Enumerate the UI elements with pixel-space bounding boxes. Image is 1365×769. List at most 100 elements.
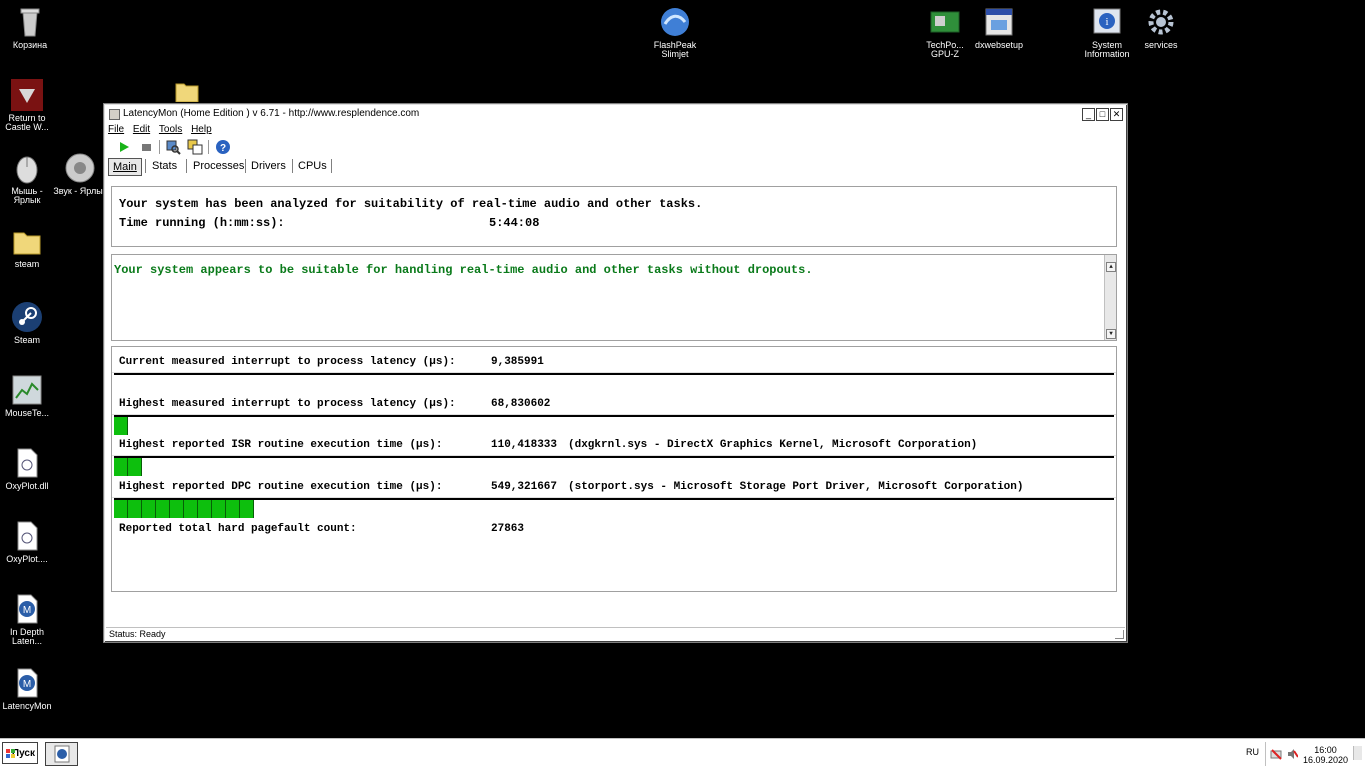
folder-icon (11, 225, 43, 257)
desktop-icon-slimjet[interactable]: FlashPeak Slimjet (645, 6, 705, 59)
status-text: Status: Ready (109, 629, 166, 639)
toolbar-separator (208, 140, 209, 154)
latency-bar (114, 498, 1114, 518)
metric-source: (storport.sys - Microsoft Storage Port D… (568, 481, 1024, 493)
tab-processes[interactable]: Processes (189, 158, 248, 174)
show-desktop-button[interactable] (1353, 746, 1362, 760)
desktop-icon-system-information[interactable]: i System Information (1077, 6, 1137, 59)
desktop-icon-label: steam (14, 259, 40, 269)
start-button[interactable]: Пуск (2, 742, 38, 764)
gpu-z-icon (929, 6, 961, 38)
svg-text:i: i (1105, 16, 1108, 28)
clock-date: 16.09.2020 (1302, 755, 1348, 765)
metric-row: Highest reported ISR routine execution t… (112, 435, 1116, 456)
analysis-summary-text: Your system has been analyzed for suitab… (119, 197, 703, 211)
help-icon[interactable]: ? (215, 139, 231, 155)
desktop-icon-label: In Depth Laten... (9, 627, 45, 646)
verdict-panel: Your system appears to be suitable for h… (111, 254, 1117, 341)
tab-separator (186, 159, 187, 173)
metric-label: Highest reported DPC routine execution t… (119, 481, 443, 493)
system-tray: 16:00 16.09.2020 (1265, 742, 1364, 766)
desktop-icon-label: services (1144, 40, 1178, 50)
latency-bar-segment (142, 500, 156, 518)
metric-value: 110,418333 (491, 439, 558, 451)
metric-row: Highest reported DPC routine execution t… (112, 477, 1116, 498)
latency-bar-segment (226, 500, 240, 518)
steam-icon (11, 301, 43, 333)
verdict-scrollbar[interactable]: ▲ ▼ (1104, 255, 1116, 340)
tab-cpus[interactable]: CPUs (294, 158, 331, 174)
installer-icon (983, 6, 1015, 38)
minimize-button[interactable]: _ (1082, 108, 1095, 121)
menu-edit[interactable]: Edit (133, 123, 150, 137)
latency-bar-segment (184, 500, 198, 518)
desktop-icon-in-depth-latency[interactable]: M In Depth Laten... (0, 593, 57, 646)
mouse-shortcut-icon (11, 152, 43, 184)
toolbar-separator (159, 140, 160, 154)
desktop-icon-rtcw[interactable]: Return to Castle W... (0, 79, 57, 132)
metric-label: Current measured interrupt to process la… (119, 356, 456, 368)
folder-icon[interactable] (175, 80, 199, 103)
desktop-icon-gpu-z[interactable]: TechPo... GPU-Z (915, 6, 975, 59)
scan-icon[interactable] (165, 139, 181, 155)
maximize-button[interactable]: □ (1096, 108, 1109, 121)
close-button[interactable]: ✕ (1110, 108, 1123, 121)
desktop-icon-dxwebsetup[interactable]: dxwebsetup (969, 6, 1029, 50)
tab-separator (145, 159, 146, 173)
latencymon-icon: M (11, 593, 43, 625)
scroll-up-icon[interactable]: ▲ (1106, 262, 1116, 272)
desktop-icon-label: Мышь - Ярлык (11, 186, 43, 205)
status-bar: Status: Ready (106, 627, 1125, 640)
desktop-icon-sound[interactable]: Звук - Ярлык (50, 152, 110, 196)
desktop-icon-label: Steam (13, 335, 40, 345)
clock-time: 16:00 (1314, 745, 1337, 755)
desktop-icon-steam[interactable]: Steam (0, 301, 57, 345)
time-running-label: Time running (h:mm:ss): (119, 216, 285, 230)
metric-label: Reported total hard pagefault count: (119, 523, 357, 535)
scroll-down-icon[interactable]: ▼ (1106, 329, 1116, 339)
browser-icon (659, 6, 691, 38)
desktop-icon-recycle-bin[interactable]: Корзина (0, 6, 60, 50)
latency-bar-segment (114, 417, 128, 435)
tab-stats[interactable]: Stats (148, 158, 181, 174)
latency-bar-fill (114, 458, 142, 476)
tab-main[interactable]: Main (108, 158, 142, 176)
taskbar-latencymon-button[interactable] (45, 742, 78, 766)
tab-drivers[interactable]: Drivers (247, 158, 290, 174)
play-icon[interactable] (116, 139, 132, 155)
menu-file[interactable]: File (108, 123, 124, 137)
latencymon-window: LatencyMon (Home Edition ) v 6.71 - http… (103, 103, 1128, 643)
stop-icon[interactable] (138, 139, 154, 155)
verdict-message: Your system appears to be suitable for h… (114, 263, 813, 277)
desktop-icon-label: TechPo... GPU-Z (926, 40, 964, 59)
latency-bar-segment (128, 458, 142, 476)
latency-bar-fill (114, 500, 254, 518)
clock[interactable]: 16:00 16.09.2020 (1303, 745, 1348, 765)
desktop-icon-latencymon[interactable]: M LatencyMon (0, 667, 57, 711)
time-running-value: 5:44:08 (489, 216, 540, 230)
metric-value: 9,385991 (491, 356, 544, 368)
desktop-icon-oxyplot-dll[interactable]: OxyPlot.dll (0, 447, 57, 491)
desktop-icon-mouse[interactable]: Мышь - Ярлык (0, 152, 57, 205)
desktop-icon-mousetester[interactable]: MouseTe... (0, 374, 57, 418)
copy-icon[interactable] (187, 139, 203, 155)
tab-separator (331, 159, 332, 173)
desktop-icon-services[interactable]: services (1131, 6, 1191, 50)
menu-bar: File Edit Tools Help (108, 123, 218, 137)
latency-bar-fill (114, 417, 128, 435)
title-bar[interactable]: LatencyMon (Home Edition ) v 6.71 - http… (106, 106, 1125, 121)
desktop-icon-steam-folder[interactable]: steam (0, 225, 57, 269)
menu-tools[interactable]: Tools (159, 123, 182, 137)
network-icon[interactable] (1270, 748, 1282, 760)
metric-row: Current measured interrupt to process la… (112, 352, 1116, 373)
volume-icon[interactable] (1286, 748, 1298, 760)
windows-flag-icon (6, 749, 15, 758)
latency-bar-segment (170, 500, 184, 518)
desktop-icon-oxyplot-2[interactable]: OxyPlot.... (0, 520, 57, 564)
menu-help[interactable]: Help (191, 123, 212, 137)
language-indicator[interactable]: RU (1246, 747, 1259, 757)
desktop-icon-label: FlashPeak Slimjet (653, 40, 697, 59)
resize-grip-icon[interactable] (1115, 630, 1124, 639)
system-information-icon: i (1091, 6, 1123, 38)
latency-bar-segment (114, 458, 128, 476)
